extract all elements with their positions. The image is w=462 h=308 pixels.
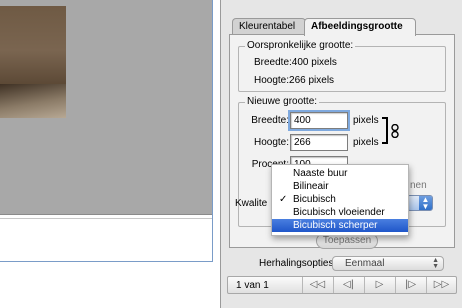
quality-label: Kwalite [235,198,268,209]
menu-item-label: Bilineair [293,181,329,192]
next-frame-button[interactable]: |▷ [395,277,425,293]
proportion-bracket [382,117,388,144]
partially-hidden-option: nen [410,180,427,191]
canvas-bottom-border [0,261,213,262]
new-width-unit: pixels [353,115,379,126]
previous-frame-button[interactable]: ◁| [333,277,363,293]
checkmark-icon: ✓ [279,194,288,205]
menu-item-label: Bicubisch [293,194,336,205]
image-size-palette: Kleurentabel Afbeeldingsgrootte Oorspron… [220,0,462,308]
tab-afbeeldingsgrootte[interactable]: Afbeeldingsgrootte [304,18,416,36]
menu-item-bicubisch[interactable]: ✓ Bicubisch [272,193,408,206]
quality-select[interactable]: ▲ ▼ [407,195,433,211]
menu-item-naaste-buur[interactable]: Naaste buur [272,167,408,180]
page-indicator: 1 van 1 [236,280,269,291]
last-frame-button[interactable]: ▷▷ [426,277,456,293]
new-height-field[interactable] [290,134,348,151]
tab-kleurentabel[interactable]: Kleurentabel [232,18,306,35]
menu-item-label: Naaste buur [293,168,348,179]
image-preview [0,6,66,118]
first-frame-button[interactable]: ◁◁ [302,277,332,293]
original-height: Hoogte:266 pixels [254,75,335,86]
original-size-group: Oorspronkelijke grootte: Breedte:400 pix… [238,40,446,92]
select-arrows-icon: ▲ ▼ [432,257,439,270]
canvas-divider [0,214,213,215]
frame-navigation-bar: 1 van 1 ◁◁ ◁| ▷ |▷ ▷▷ [227,276,457,294]
menu-item-bicubisch-vloeiender[interactable]: Bicubisch vloeiender [272,206,408,219]
quality-dropdown-menu: Naaste buur Bilineair ✓ Bicubisch Bicubi… [271,164,409,236]
repeat-options-value: Eenmaal [345,258,385,269]
canvas-divider-light [0,218,213,219]
menu-item-bicubisch-scherper[interactable]: Bicubisch scherper [272,219,408,232]
canvas-right-border [212,0,213,262]
original-width: Breedte:400 pixels [254,57,337,68]
original-size-title: Oorspronkelijke grootte: [245,40,356,51]
chain-link-icon[interactable] [391,124,399,138]
new-width-label: Breedte: [251,115,289,126]
document-canvas [0,0,213,308]
new-width-field[interactable] [290,112,348,129]
new-height-label: Hoogte: [253,137,289,148]
menu-item-label: Bicubisch scherper [293,220,378,231]
repeat-options-select[interactable]: Eenmaal ▲ ▼ [332,256,444,271]
menu-item-bilineair[interactable]: Bilineair [272,180,408,193]
new-height-unit: pixels [353,137,379,148]
canvas-background [0,0,213,214]
repeat-options-label: Herhalingsopties: [259,258,337,269]
menu-item-label: Bicubisch vloeiender [293,207,385,218]
select-arrows-icon: ▲ ▼ [419,196,432,211]
new-size-title: Nieuwe grootte: [245,96,320,107]
play-button[interactable]: ▷ [364,277,394,293]
